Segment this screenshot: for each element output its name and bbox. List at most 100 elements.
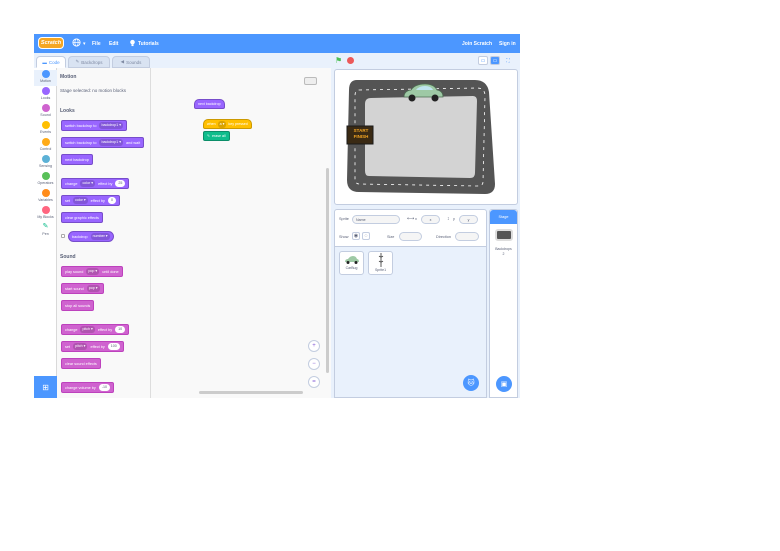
- pitch-dropdown[interactable]: pitch ▾: [80, 326, 95, 333]
- workspace-vertical-scrollbar[interactable]: [326, 168, 329, 373]
- sprite-tile-name: CarBug: [345, 266, 358, 270]
- scratch-logo[interactable]: Scratch: [38, 37, 64, 49]
- switch-backdrop-block[interactable]: switch backdrop to backdrop1 ▾: [61, 120, 128, 131]
- play-sound-until-done-block[interactable]: play sound pop ▾ until done: [61, 266, 123, 277]
- tab-code[interactable]: ▬ Code: [36, 56, 66, 68]
- carbug-thumbnail: [344, 256, 359, 264]
- category-motion[interactable]: Motion: [34, 70, 57, 86]
- tutorials-menu[interactable]: Tutorials: [129, 34, 159, 53]
- join-scratch-link[interactable]: Join Scratch: [462, 34, 492, 53]
- lightbulb-icon: [129, 39, 136, 49]
- zoom-out-button[interactable]: −: [308, 358, 320, 370]
- backdrop-dropdown[interactable]: backdrop1 ▾: [99, 139, 124, 146]
- size-input[interactable]: [399, 232, 422, 241]
- effect-dropdown[interactable]: color ▾: [80, 180, 96, 187]
- next-backdrop-script-block[interactable]: next backdrop: [194, 99, 225, 109]
- sprite-tile-carbug[interactable]: CarBug: [339, 251, 364, 275]
- sprite-name-input[interactable]: Name: [352, 215, 400, 224]
- category-pen[interactable]: ✎ Pen: [34, 223, 57, 239]
- y-input[interactable]: y: [459, 215, 478, 224]
- stop-icon[interactable]: [347, 57, 354, 64]
- effect-value-input[interactable]: 0: [107, 197, 116, 204]
- add-extension-icon: ⊞: [42, 382, 49, 392]
- direction-input[interactable]: [455, 232, 479, 241]
- zoom-reset-button[interactable]: =: [308, 376, 320, 388]
- sound-dropdown[interactable]: pop ▾: [86, 268, 100, 275]
- block-label: until done: [102, 269, 119, 274]
- events-dot-icon: [41, 121, 50, 129]
- edit-menu[interactable]: Edit: [109, 34, 118, 53]
- workspace-horizontal-scrollbar[interactable]: [199, 391, 303, 394]
- pitch-value-input[interactable]: 10: [115, 326, 126, 333]
- category-sound[interactable]: Sound: [34, 104, 57, 120]
- sprite-tile-sprite1[interactable]: Sprite1: [368, 251, 393, 275]
- car-bug-sprite[interactable]: [401, 82, 445, 104]
- category-control[interactable]: Control: [34, 138, 57, 154]
- clear-sound-effects-block[interactable]: clear sound effects: [61, 358, 101, 369]
- choose-sprite-button[interactable]: 🐱: [463, 375, 479, 391]
- motion-note: Stage selected: no motion blocks: [60, 88, 127, 93]
- effect-value-input[interactable]: 25: [115, 180, 126, 187]
- next-backdrop-block[interactable]: next backdrop: [61, 154, 93, 165]
- tutorials-label: Tutorials: [138, 40, 159, 47]
- file-menu[interactable]: File: [92, 34, 101, 53]
- add-extension-button[interactable]: ⊞: [34, 376, 57, 398]
- stage-target-panel[interactable]: Stage Backdrops 2 ▣: [489, 209, 518, 398]
- backdrop-dropdown[interactable]: backdrop1 ▾: [99, 122, 124, 129]
- set-pitch-block[interactable]: set pitch ▾ effect by 100: [61, 341, 124, 352]
- effect-dropdown[interactable]: color ▾: [73, 197, 88, 204]
- sprite-tile-name: Sprite1: [374, 268, 387, 272]
- category-looks[interactable]: Looks: [34, 87, 57, 103]
- large-stage-icon: ▭: [492, 57, 498, 64]
- zoom-in-button[interactable]: +: [308, 340, 320, 352]
- sign-in-link[interactable]: Sign in: [499, 34, 516, 53]
- when-key-pressed-block[interactable]: when a ▾ key pressed: [203, 119, 252, 129]
- large-stage-button[interactable]: ▭: [490, 56, 500, 65]
- category-variables[interactable]: Variables: [34, 189, 57, 205]
- green-flag-icon[interactable]: ⚑: [335, 57, 343, 65]
- pitch-dropdown[interactable]: pitch ▾: [73, 343, 88, 350]
- block-label: stop all sounds: [65, 303, 91, 308]
- clear-graphic-effects-block[interactable]: clear graphic effects: [61, 212, 103, 223]
- small-stage-button[interactable]: ▭: [478, 56, 488, 65]
- stop-all-sounds-block[interactable]: stop all sounds: [61, 300, 95, 311]
- stage-canvas[interactable]: START FINISH: [334, 69, 518, 205]
- hide-button[interactable]: ◌: [362, 232, 370, 240]
- reporter-checkbox[interactable]: [61, 234, 65, 238]
- category-sensing[interactable]: Sensing: [34, 155, 57, 171]
- script-workspace[interactable]: next backdrop when a ▾ key pressed ✎ era…: [151, 68, 331, 398]
- sound-dropdown[interactable]: pop ▾: [86, 285, 100, 292]
- category-label: Sound: [40, 113, 51, 117]
- pen-erase-all-block[interactable]: ✎ erase all: [203, 131, 230, 141]
- block-label: set: [65, 344, 71, 349]
- change-pitch-block[interactable]: change pitch ▾ effect by 10: [61, 324, 130, 335]
- backdrop-number-dropdown[interactable]: number ▾: [90, 233, 110, 240]
- tab-backdrops[interactable]: ✎ Backdrops: [68, 56, 110, 68]
- sensing-dot-icon: [41, 155, 50, 163]
- change-effect-block[interactable]: change color ▾ effect by 25: [61, 178, 130, 189]
- pitch-value-input[interactable]: 100: [107, 343, 120, 350]
- start-sound-block[interactable]: start sound pop ▾: [61, 283, 104, 294]
- show-visible-button[interactable]: ◉: [352, 232, 360, 240]
- block-label: next backdrop: [198, 102, 221, 106]
- category-operators[interactable]: Operators: [34, 172, 57, 188]
- set-effect-block[interactable]: set color ▾ effect by 0: [61, 195, 120, 206]
- switch-backdrop-wait-block[interactable]: switch backdrop to backdrop1 ▾ and wait: [61, 137, 145, 148]
- looks-dot-icon: [41, 87, 50, 95]
- block-label: set: [65, 198, 71, 203]
- sprite-info-panel: Sprite Name ⟷ x x ↕ y y Show ◉ ◌ Size Di…: [334, 209, 487, 247]
- category-my-blocks[interactable]: My Blocks: [34, 206, 57, 222]
- choose-backdrop-button[interactable]: ▣: [496, 376, 512, 392]
- category-label: Variables: [38, 198, 53, 202]
- category-events[interactable]: Events: [34, 121, 57, 137]
- backdrop-reporter-block[interactable]: backdrop number ▾: [68, 231, 114, 242]
- chevron-down-icon: ▾: [83, 40, 86, 47]
- tab-sounds[interactable]: ◀ Sounds: [112, 56, 150, 68]
- change-volume-block[interactable]: change volume by -10: [61, 382, 115, 393]
- language-menu[interactable]: ▾: [72, 34, 86, 53]
- fullscreen-button[interactable]: ⛶: [503, 56, 513, 65]
- key-dropdown[interactable]: a ▾: [217, 120, 227, 128]
- pen-icon: ✎: [207, 134, 211, 138]
- x-input[interactable]: x: [421, 215, 440, 224]
- volume-value-input[interactable]: -10: [98, 384, 111, 391]
